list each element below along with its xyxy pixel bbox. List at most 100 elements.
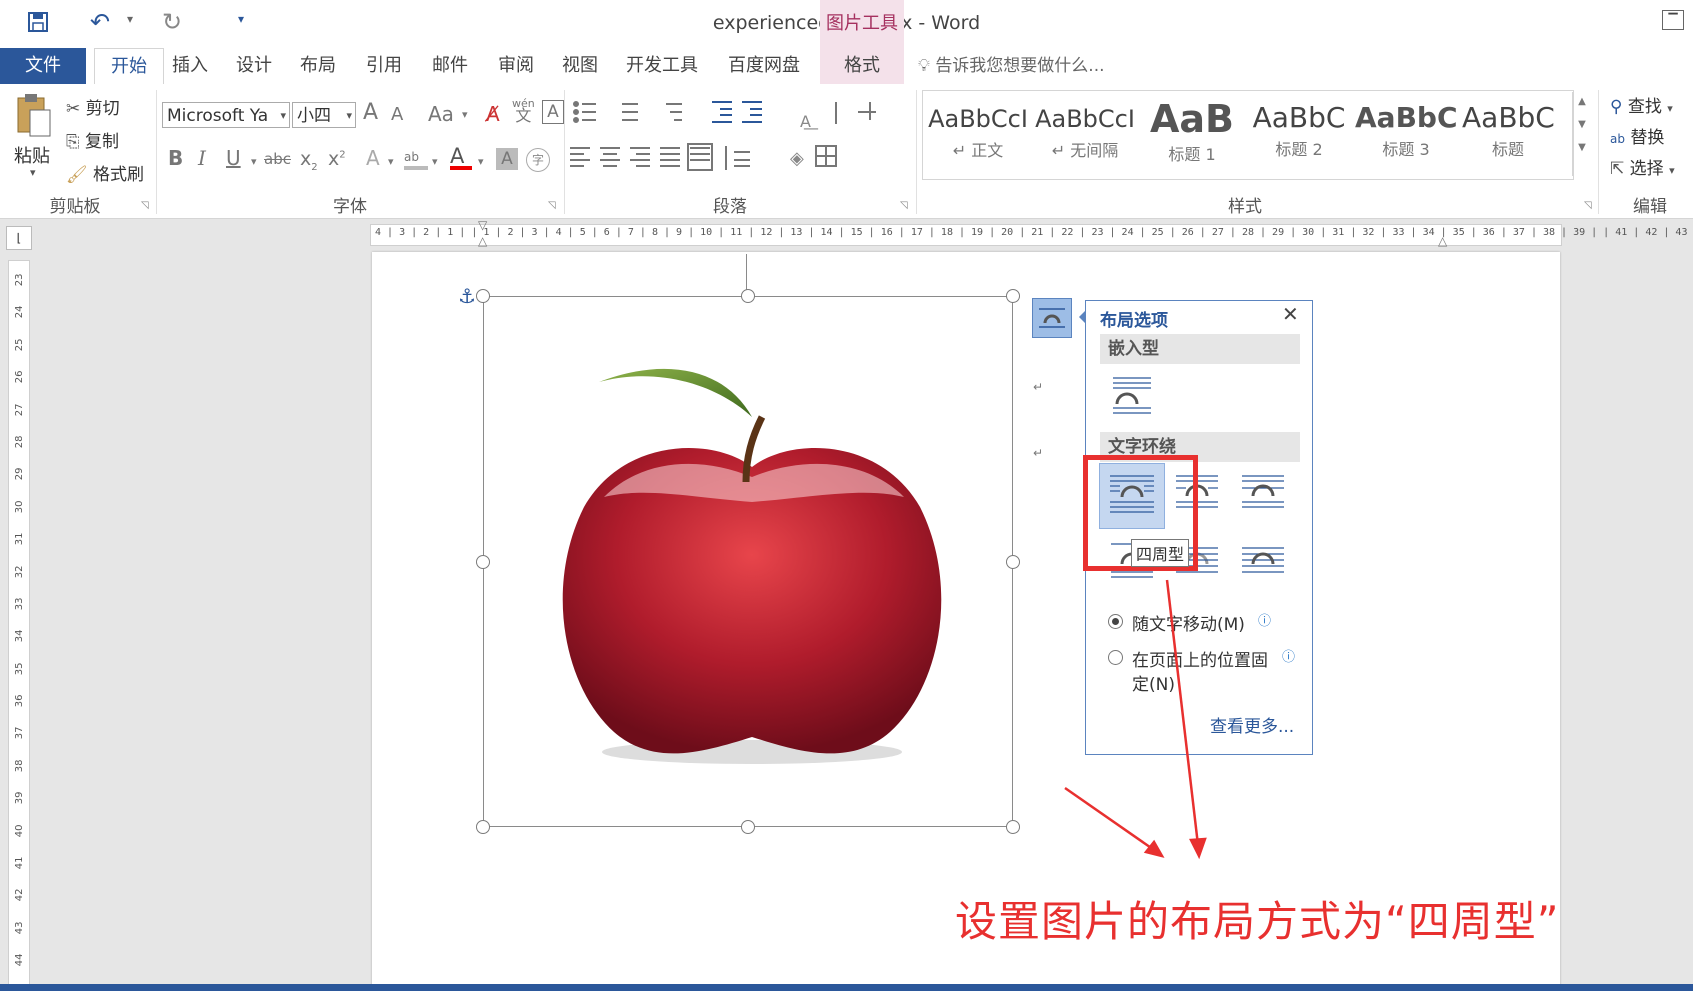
resize-handle-ne[interactable] [1006,289,1020,303]
shrink-font-icon[interactable]: A [391,104,403,125]
subscript-button[interactable]: x2 [300,148,318,173]
wrap-inline-option[interactable] [1107,372,1157,422]
find-button[interactable]: ⚲ 查找 ▾ [1610,92,1673,117]
font-size-box[interactable]: 小四 ▾ [292,102,356,128]
enclose-characters-button[interactable]: 字 [526,148,550,172]
clipboard-launcher-icon[interactable]: ◹ [141,200,149,211]
font-launcher-icon[interactable]: ◹ [548,200,556,211]
tab-references[interactable]: 引用 [362,48,406,84]
paste-icon[interactable] [14,92,54,138]
tab-design[interactable]: 设计 [232,48,276,84]
wrap-through-option[interactable] [1238,470,1288,520]
vertical-ruler-tick: 23 [13,273,25,287]
format-painter-button[interactable]: 🖌︎ 格式刷 [66,160,144,185]
underline-button[interactable]: U [226,146,241,170]
ribbon-display-options-icon[interactable]: ▔ [1662,10,1684,30]
resize-handle-se[interactable] [1006,820,1020,834]
style-no-spacing[interactable]: AaBbCcI ↵ 无间隔 [1033,92,1137,176]
resize-handle-n[interactable] [741,289,755,303]
tab-layout[interactable]: 布局 [296,48,340,84]
find-dropdown-icon[interactable]: ▾ [1667,102,1673,115]
tab-file[interactable]: 文件 [0,48,86,84]
font-name-box[interactable]: Microsoft Ya ▾ [162,102,290,128]
first-line-indent-icon[interactable]: ▽ [478,218,487,232]
wrap-square-icon [1039,308,1065,328]
distributed-icon [687,143,713,171]
selected-picture[interactable] [483,296,1013,827]
tab-view[interactable]: 视图 [558,48,602,84]
style-title[interactable]: AaBbC 标题 [1461,92,1555,176]
resize-handle-e[interactable] [1006,555,1020,569]
phonetic-guide-icon[interactable]: wén 文 [512,98,535,124]
text-effects-button[interactable]: A [366,146,380,170]
replace-button[interactable]: ab 替换 [1610,123,1664,148]
right-indent-icon[interactable]: △ [1438,234,1447,248]
resize-handle-s[interactable] [741,820,755,834]
styles-scroll-up-icon[interactable]: ▲ [1573,96,1591,107]
font-name-dropdown-icon[interactable]: ▾ [280,103,286,129]
left-indent-icon[interactable]: △ [478,234,487,248]
tell-me-box[interactable]: 💡︎ 告诉我您想要做什么... [918,48,1105,84]
superscript-button[interactable]: x2 [328,148,346,170]
resize-handle-nw[interactable] [476,289,490,303]
font-size-dropdown-icon[interactable]: ▾ [346,103,352,129]
resize-handle-sw[interactable] [476,820,490,834]
paragraph-mark: ↵ [1033,446,1044,460]
bold-button[interactable]: B [168,146,183,170]
tab-review[interactable]: 审阅 [494,48,538,84]
select-dropdown-icon[interactable]: ▾ [1669,164,1675,177]
layout-options-button[interactable] [1032,298,1072,338]
styles-scroll-down-icon[interactable]: ▼ [1573,119,1591,130]
italic-button[interactable]: I [198,146,206,170]
change-case-dropdown-icon[interactable]: ▾ [462,108,468,121]
font-size-value: 小四 [297,106,331,126]
style-normal[interactable]: AaBbCcI ↵ 正文 [926,92,1030,176]
grow-font-icon[interactable]: A [363,100,378,125]
replace-label: 替换 [1630,128,1665,148]
tab-mailings[interactable]: 邮件 [428,48,472,84]
clear-formatting-icon[interactable]: A̸ [486,102,500,126]
chinese-layout-icon[interactable]: A͟ [800,112,811,131]
character-shading-button[interactable]: A [496,148,518,170]
select-button[interactable]: ⇱ 选择 ▾ [1610,154,1675,179]
paintbrush-icon: 🖌︎ [66,165,88,185]
tab-insert[interactable]: 插入 [168,48,212,84]
cursor-icon: ⇱ [1610,159,1625,179]
style-heading-3[interactable]: AaBbC 标题 3 [1354,92,1458,176]
paragraph-launcher-icon[interactable]: ◹ [900,200,908,211]
bullets-icon [573,101,596,123]
highlight-button[interactable]: ab [404,146,430,172]
strikethrough-button[interactable]: abc [264,150,291,168]
anchor-icon[interactable]: ⚓︎ [458,284,476,308]
text-effects-dropdown-icon[interactable]: ▾ [388,155,394,168]
tab-selector-icon[interactable]: ⌊ [6,226,32,250]
style-name: 标题 2 [1275,140,1323,159]
paragraph-mark: ↵ [1033,380,1044,394]
annotation-arrows [1064,579,1207,860]
resize-handle-w[interactable] [476,555,490,569]
paragraph-group-label: 段落 [713,197,747,217]
cut-button[interactable]: ✂ 剪切 [66,94,120,119]
paste-dropdown-icon[interactable]: ▾ [30,166,36,179]
copy-button[interactable]: ⎘ 复制 [66,127,119,152]
styles-launcher-icon[interactable]: ◹ [1584,200,1592,211]
change-case-icon[interactable]: Aa [428,102,454,126]
font-color-button[interactable]: A [450,144,474,172]
vertical-ruler-tick: 43 [13,921,25,935]
info-icon[interactable]: ⓘ [1282,646,1295,665]
style-heading-1[interactable]: AaB 标题 1 [1140,92,1244,176]
character-border-icon[interactable]: A [542,100,564,124]
font-color-dropdown-icon[interactable]: ▾ [478,155,484,168]
tab-format[interactable]: 格式 [820,48,904,84]
style-heading-2[interactable]: AaBbC 标题 2 [1247,92,1351,176]
tab-developer[interactable]: 开发工具 [622,48,702,84]
find-label: 查找 [1627,97,1662,117]
tab-home[interactable]: 开始 [94,48,164,86]
highlight-dropdown-icon[interactable]: ▾ [432,155,438,168]
paste-button[interactable]: 粘贴 [14,142,50,168]
close-icon[interactable]: ✕ [1282,302,1299,326]
underline-dropdown-icon[interactable]: ▾ [251,155,257,168]
shading-icon[interactable]: ◈ [790,148,804,169]
tab-baidu-netdisk[interactable]: 百度网盘 [722,48,806,84]
styles-more-icon[interactable]: ▼ [1573,142,1591,153]
